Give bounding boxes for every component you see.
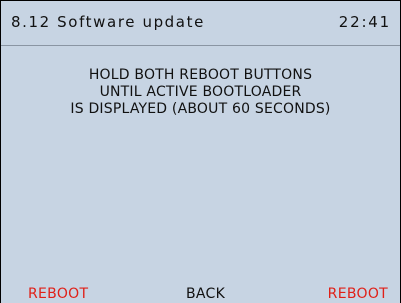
instruction-message: HOLD BOTH REBOOT BUTTONS UNTIL ACTIVE BO…: [1, 67, 400, 118]
message-line: UNTIL ACTIVE BOOTLOADER: [99, 84, 302, 100]
header-bar: 8.12 Software update 22:41: [1, 1, 400, 46]
reboot-right-softkey[interactable]: REBOOT: [328, 286, 388, 303]
back-softkey[interactable]: BACK: [186, 286, 225, 303]
message-line: HOLD BOTH REBOOT BUTTONS: [88, 67, 313, 83]
softkey-bar: REBOOT BACK REBOOT: [1, 284, 400, 303]
screen-title: 8.12 Software update: [11, 13, 205, 31]
device-screen: 8.12 Software update 22:41 HOLD BOTH REB…: [0, 0, 401, 303]
message-line: IS DISPLAYED (ABOUT 60 SECONDS): [70, 101, 331, 117]
clock-time: 22:41: [338, 13, 391, 31]
reboot-left-softkey[interactable]: REBOOT: [28, 286, 88, 303]
